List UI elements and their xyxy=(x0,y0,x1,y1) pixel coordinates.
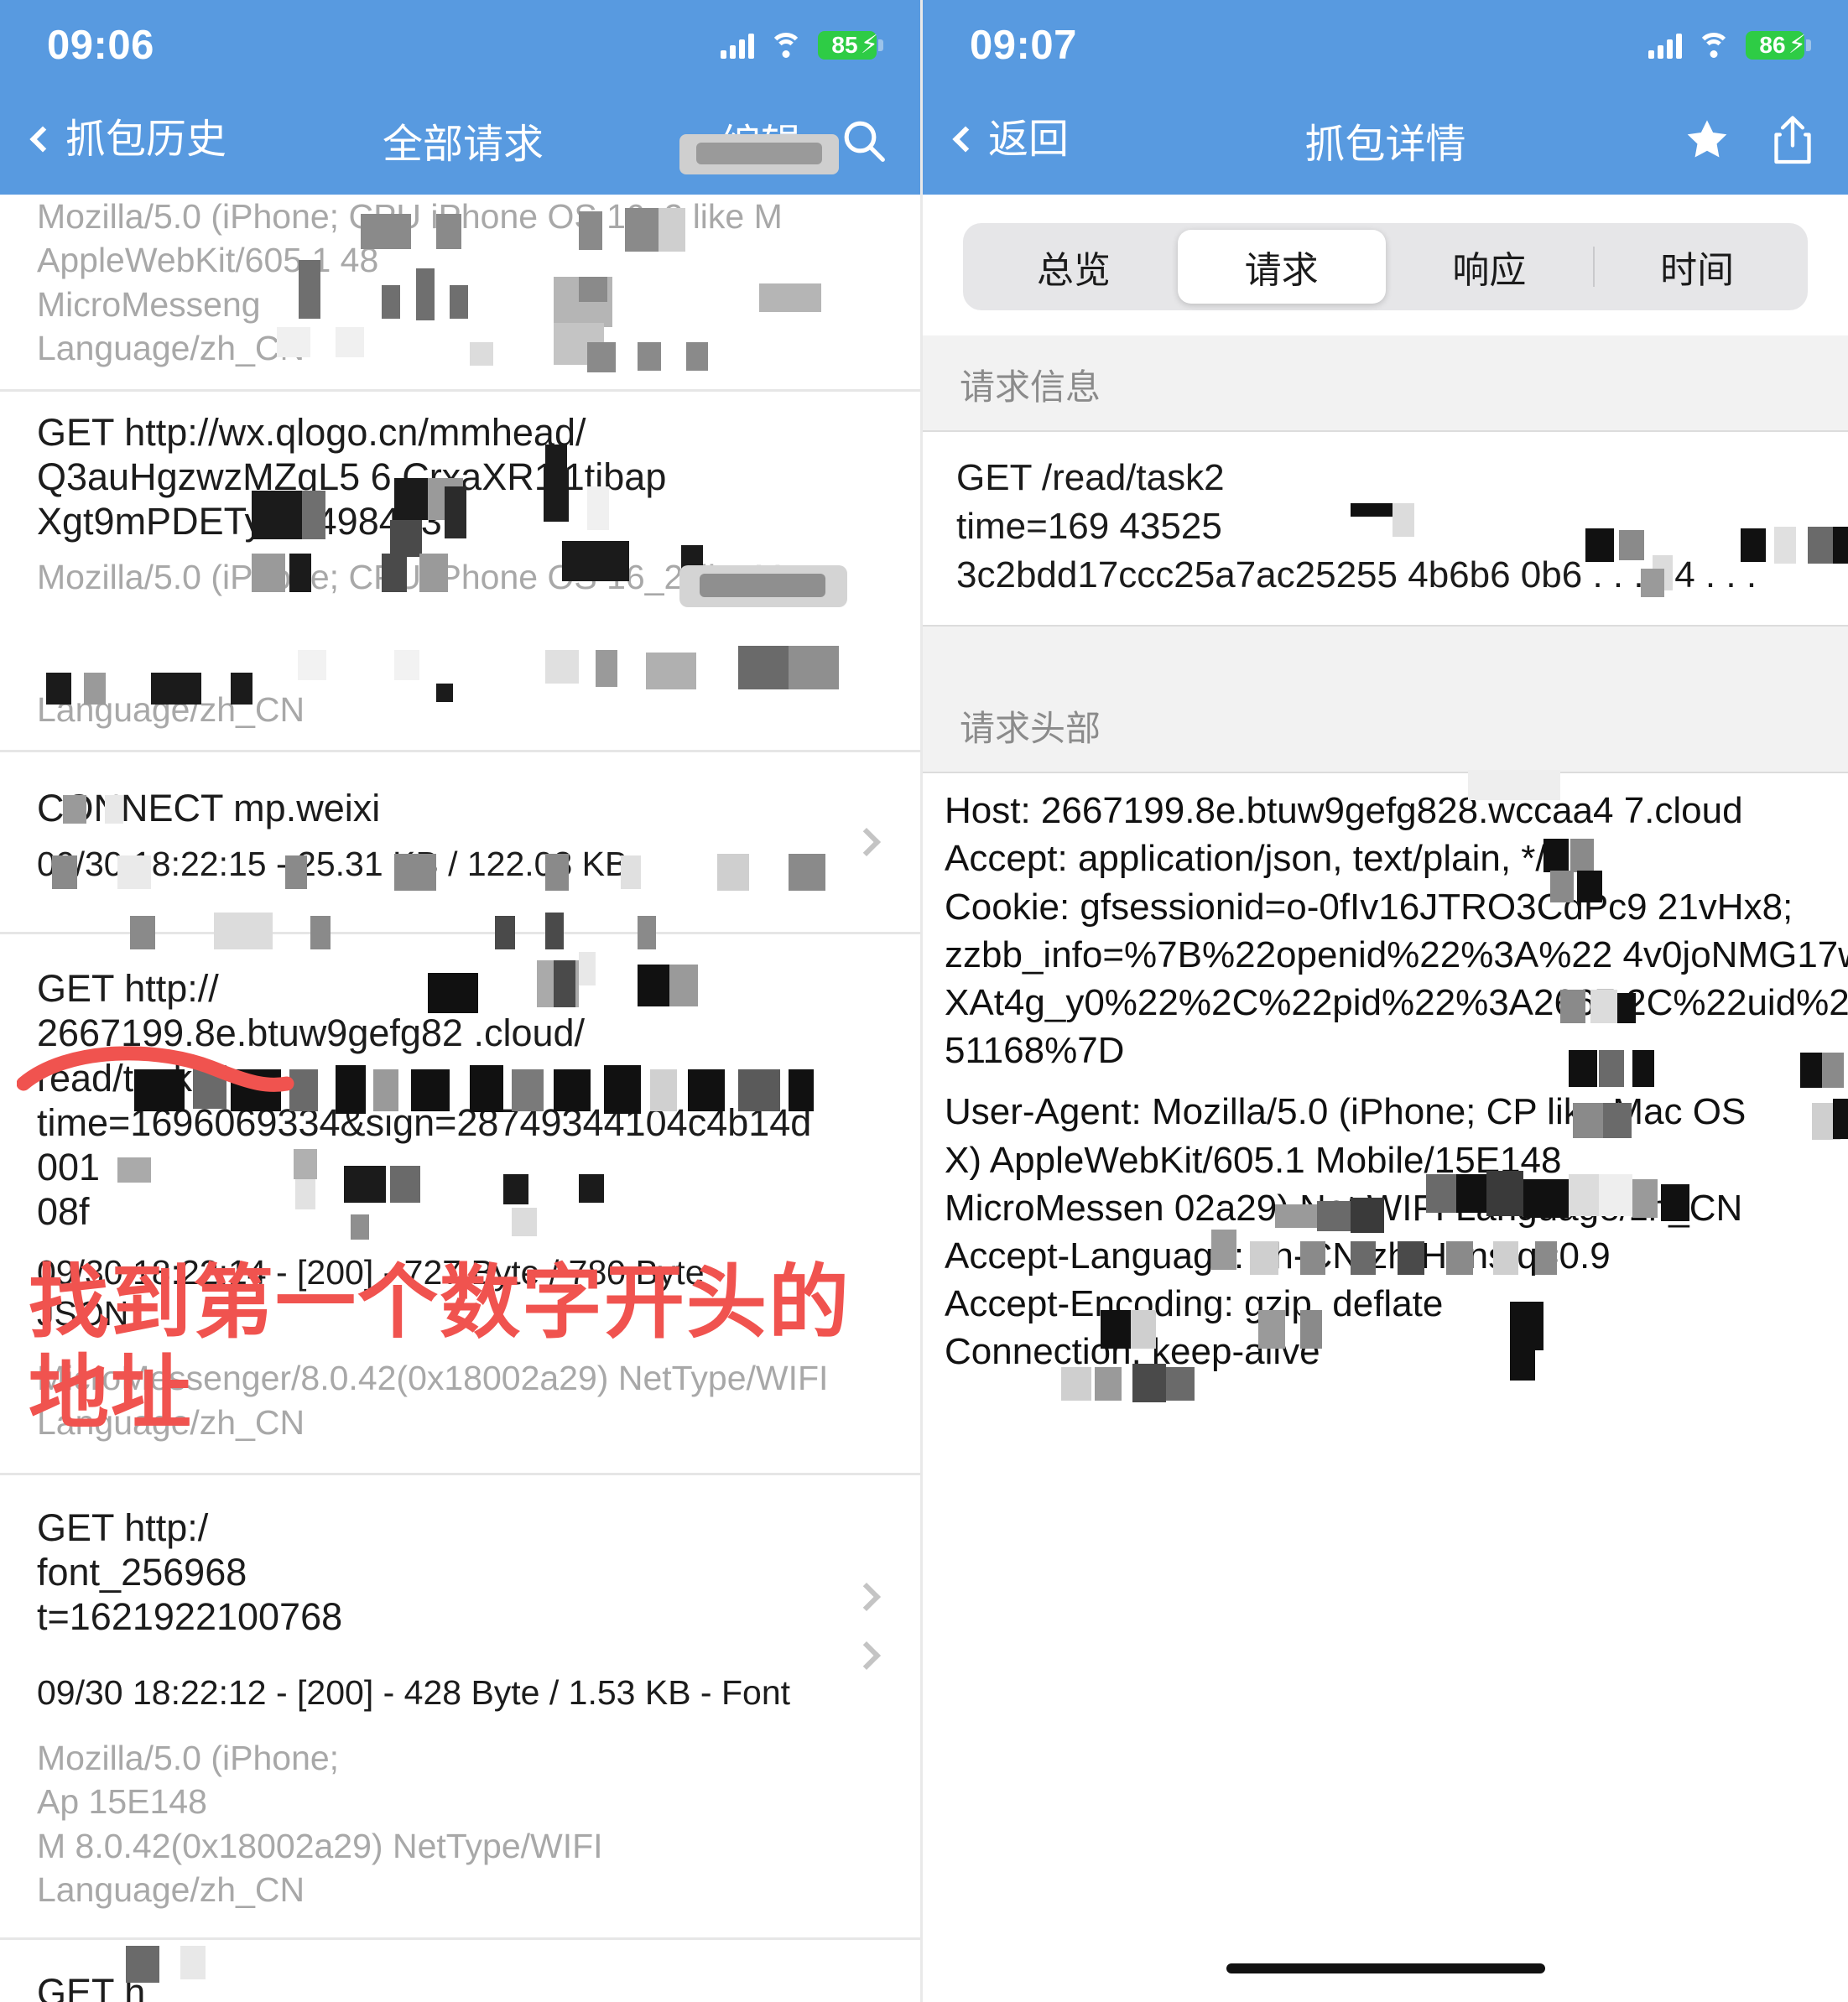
right-phone-panel: 09:07 86 ⚡ 返回 抓包详情 总览 请求 响应 时间 请求信息 GET … xyxy=(923,0,1848,2002)
left-nav-actions: 编辑 xyxy=(721,111,887,169)
header-line: X) AppleWebKit/605.1 Mobile/15E148 xyxy=(945,1139,1562,1181)
battery-percent: 86 xyxy=(1759,32,1786,58)
header-line: Cookie: gfsessionid=o-0fIv16JTRO3CdPc9 2… xyxy=(945,886,1793,928)
tab-request[interactable]: 请求 xyxy=(1177,230,1386,304)
charging-bolt-icon: ⚡ xyxy=(860,31,878,59)
right-status-time: 09:07 xyxy=(970,22,1077,68)
header-line: XAt4g_y0%22%2C%22pid%22%3A2667 2C%22uid%… xyxy=(945,981,1848,1023)
back-button-history[interactable]: 抓包历史 xyxy=(29,117,227,162)
list-item-meta: 09/30 18:22:15 - 25.31 KB / 122.08 KB xyxy=(37,845,628,884)
header-line: Accept-Language: zh-CN,zh-Hans;q=0.9 xyxy=(945,1235,1611,1277)
tab-overview[interactable]: 总览 xyxy=(970,230,1178,304)
dual-screenshot-composite: 09:06 85 ⚡ 抓包历史 全部请求 编辑 Mozilla/5.0 (iPh… xyxy=(0,0,1848,2002)
list-item-title: CONNECT mp.weixi xyxy=(37,787,381,830)
header-line: User-Agent: Mozilla/5.0 (iPhone; CP like… xyxy=(945,1091,1746,1133)
right-status-bar: 09:07 86 ⚡ xyxy=(923,0,1848,86)
list-item[interactable]: GET http://wx.qlogo.cn/mmhead/ Q3auHgzwz… xyxy=(0,392,920,753)
list-item-title: GET http:// 2667199.8e.btuw9gefg82 .clou… xyxy=(37,967,812,1233)
list-item-useragent: Mozilla/5.0 (iPhone; Ap 15E148 M 8.0.42(… xyxy=(37,1738,603,1910)
edit-button[interactable]: 编辑 xyxy=(721,111,801,169)
left-status-time: 09:06 xyxy=(47,22,154,68)
list-item[interactable]: GET http:/ font_256968 t=1621922100768 0… xyxy=(0,1475,920,1940)
section-spacer xyxy=(923,627,1848,678)
list-item-useragent: MicroMessenger/8.0.42(0x18002a29) NetTyp… xyxy=(37,1359,829,1442)
battery-percent: 85 xyxy=(831,32,858,58)
chevron-right-icon[interactable] xyxy=(852,1641,881,1671)
back-button-label: 返回 xyxy=(988,117,1070,162)
chevron-left-icon xyxy=(29,126,56,153)
list-item-title: GET h 2667 read/info? time=1696069332&si… xyxy=(37,1970,146,2002)
header-line: Accept-Encoding: gzip, deflate xyxy=(945,1283,1444,1325)
left-status-icons: 85 ⚡ xyxy=(721,26,883,60)
detail-segmented-control[interactable]: 总览 请求 响应 时间 xyxy=(963,223,1808,310)
cellular-signal-icon xyxy=(1648,32,1682,59)
right-nav-actions xyxy=(1682,114,1814,166)
list-item[interactable]: GET h 2667 read/info? time=1696069332&si… xyxy=(0,1940,920,2002)
header-line: 51168%7D xyxy=(945,1030,1125,1072)
battery-icon: 85 ⚡ xyxy=(818,31,883,60)
tab-timing[interactable]: 时间 xyxy=(1593,230,1801,304)
list-item-meta: 09/30 18:22:14 - [200] - 727 Byte / 780 … xyxy=(37,1252,726,1334)
home-indicator xyxy=(1226,1963,1545,1973)
list-item-title: GET http:/ font_256968 t=1621922100768 xyxy=(37,1506,343,1639)
right-status-icons: 86 ⚡ xyxy=(1648,26,1811,60)
list-item[interactable]: Mozilla/5.0 (iPhone; CPU iPhone OS 16_2 … xyxy=(0,195,920,392)
share-icon[interactable] xyxy=(1771,114,1814,166)
back-button-label: 抓包历史 xyxy=(65,117,227,162)
left-nav-bar: 抓包历史 全部请求 编辑 xyxy=(0,86,920,195)
chevron-left-icon xyxy=(952,126,979,153)
request-info-line: 3c2bdd17ccc25a7ac25255 4b6b6 0b6 . . . .… xyxy=(956,554,1757,596)
search-icon[interactable] xyxy=(840,117,887,164)
right-nav-bar: 返回 抓包详情 xyxy=(923,86,1848,195)
star-icon[interactable] xyxy=(1682,116,1732,164)
battery-icon: 86 ⚡ xyxy=(1746,31,1811,60)
header-line: Connection: keep-alive xyxy=(945,1331,1320,1373)
header-line: zzbb_info=%7B%22openid%22%3A%22 4v0joNMG… xyxy=(945,933,1848,975)
request-headers-section-header: 请求头部 xyxy=(923,677,1848,774)
list-item-meta: 09/30 18:22:12 - [200] - 428 Byte / 1.53… xyxy=(37,1673,791,1713)
header-line: Host: 2667199.8e.btuw9gefg828.wccaa4 7.c… xyxy=(945,790,1743,832)
request-info-section-header: 请求信息 xyxy=(923,335,1848,432)
list-item[interactable]: CONNECT mp.weixi 09/30 18:22:15 - 25.31 … xyxy=(0,752,920,935)
list-item-useragent: Mozilla/5.0 (iPhone; CPU iPhone OS 16_2 … xyxy=(37,558,820,729)
request-list[interactable]: Mozilla/5.0 (iPhone; CPU iPhone OS 16_2 … xyxy=(0,195,920,2002)
header-line: MicroMessen 02a29) Net WIFI Language/zh_… xyxy=(945,1187,1743,1229)
list-item[interactable]: GET http:// 2667199.8e.btuw9gefg82 .clou… xyxy=(0,934,920,1612)
request-info-line: GET /read/task2 xyxy=(956,457,1225,498)
header-line: Accept: application/json, text/plain, */… xyxy=(945,838,1560,880)
request-info-body: GET /read/task2 time=169 43525 3c2bdd17c… xyxy=(923,432,1848,627)
wifi-icon xyxy=(1697,33,1731,58)
cellular-signal-icon xyxy=(721,32,754,59)
list-item-title: GET http://wx.qlogo.cn/mmhead/ Q3auHgzwz… xyxy=(37,410,667,543)
charging-bolt-icon: ⚡ xyxy=(1788,31,1806,59)
request-headers-body: Host: 2667199.8e.btuw9gefg828.wccaa4 7.c… xyxy=(923,773,1848,1387)
request-info-line: time=169 43525 xyxy=(956,506,1222,548)
list-item-useragent: Mozilla/5.0 (iPhone; CPU iPhone OS 16_2 … xyxy=(37,197,783,368)
back-button-return[interactable]: 返回 xyxy=(952,117,1070,162)
left-status-bar: 09:06 85 ⚡ xyxy=(0,0,920,86)
wifi-icon xyxy=(769,33,803,58)
tab-response[interactable]: 响应 xyxy=(1386,230,1594,304)
detail-segmented-wrap: 总览 请求 响应 时间 xyxy=(923,195,1848,335)
left-phone-panel: 09:06 85 ⚡ 抓包历史 全部请求 编辑 Mozilla/5.0 (iPh… xyxy=(0,0,923,2002)
